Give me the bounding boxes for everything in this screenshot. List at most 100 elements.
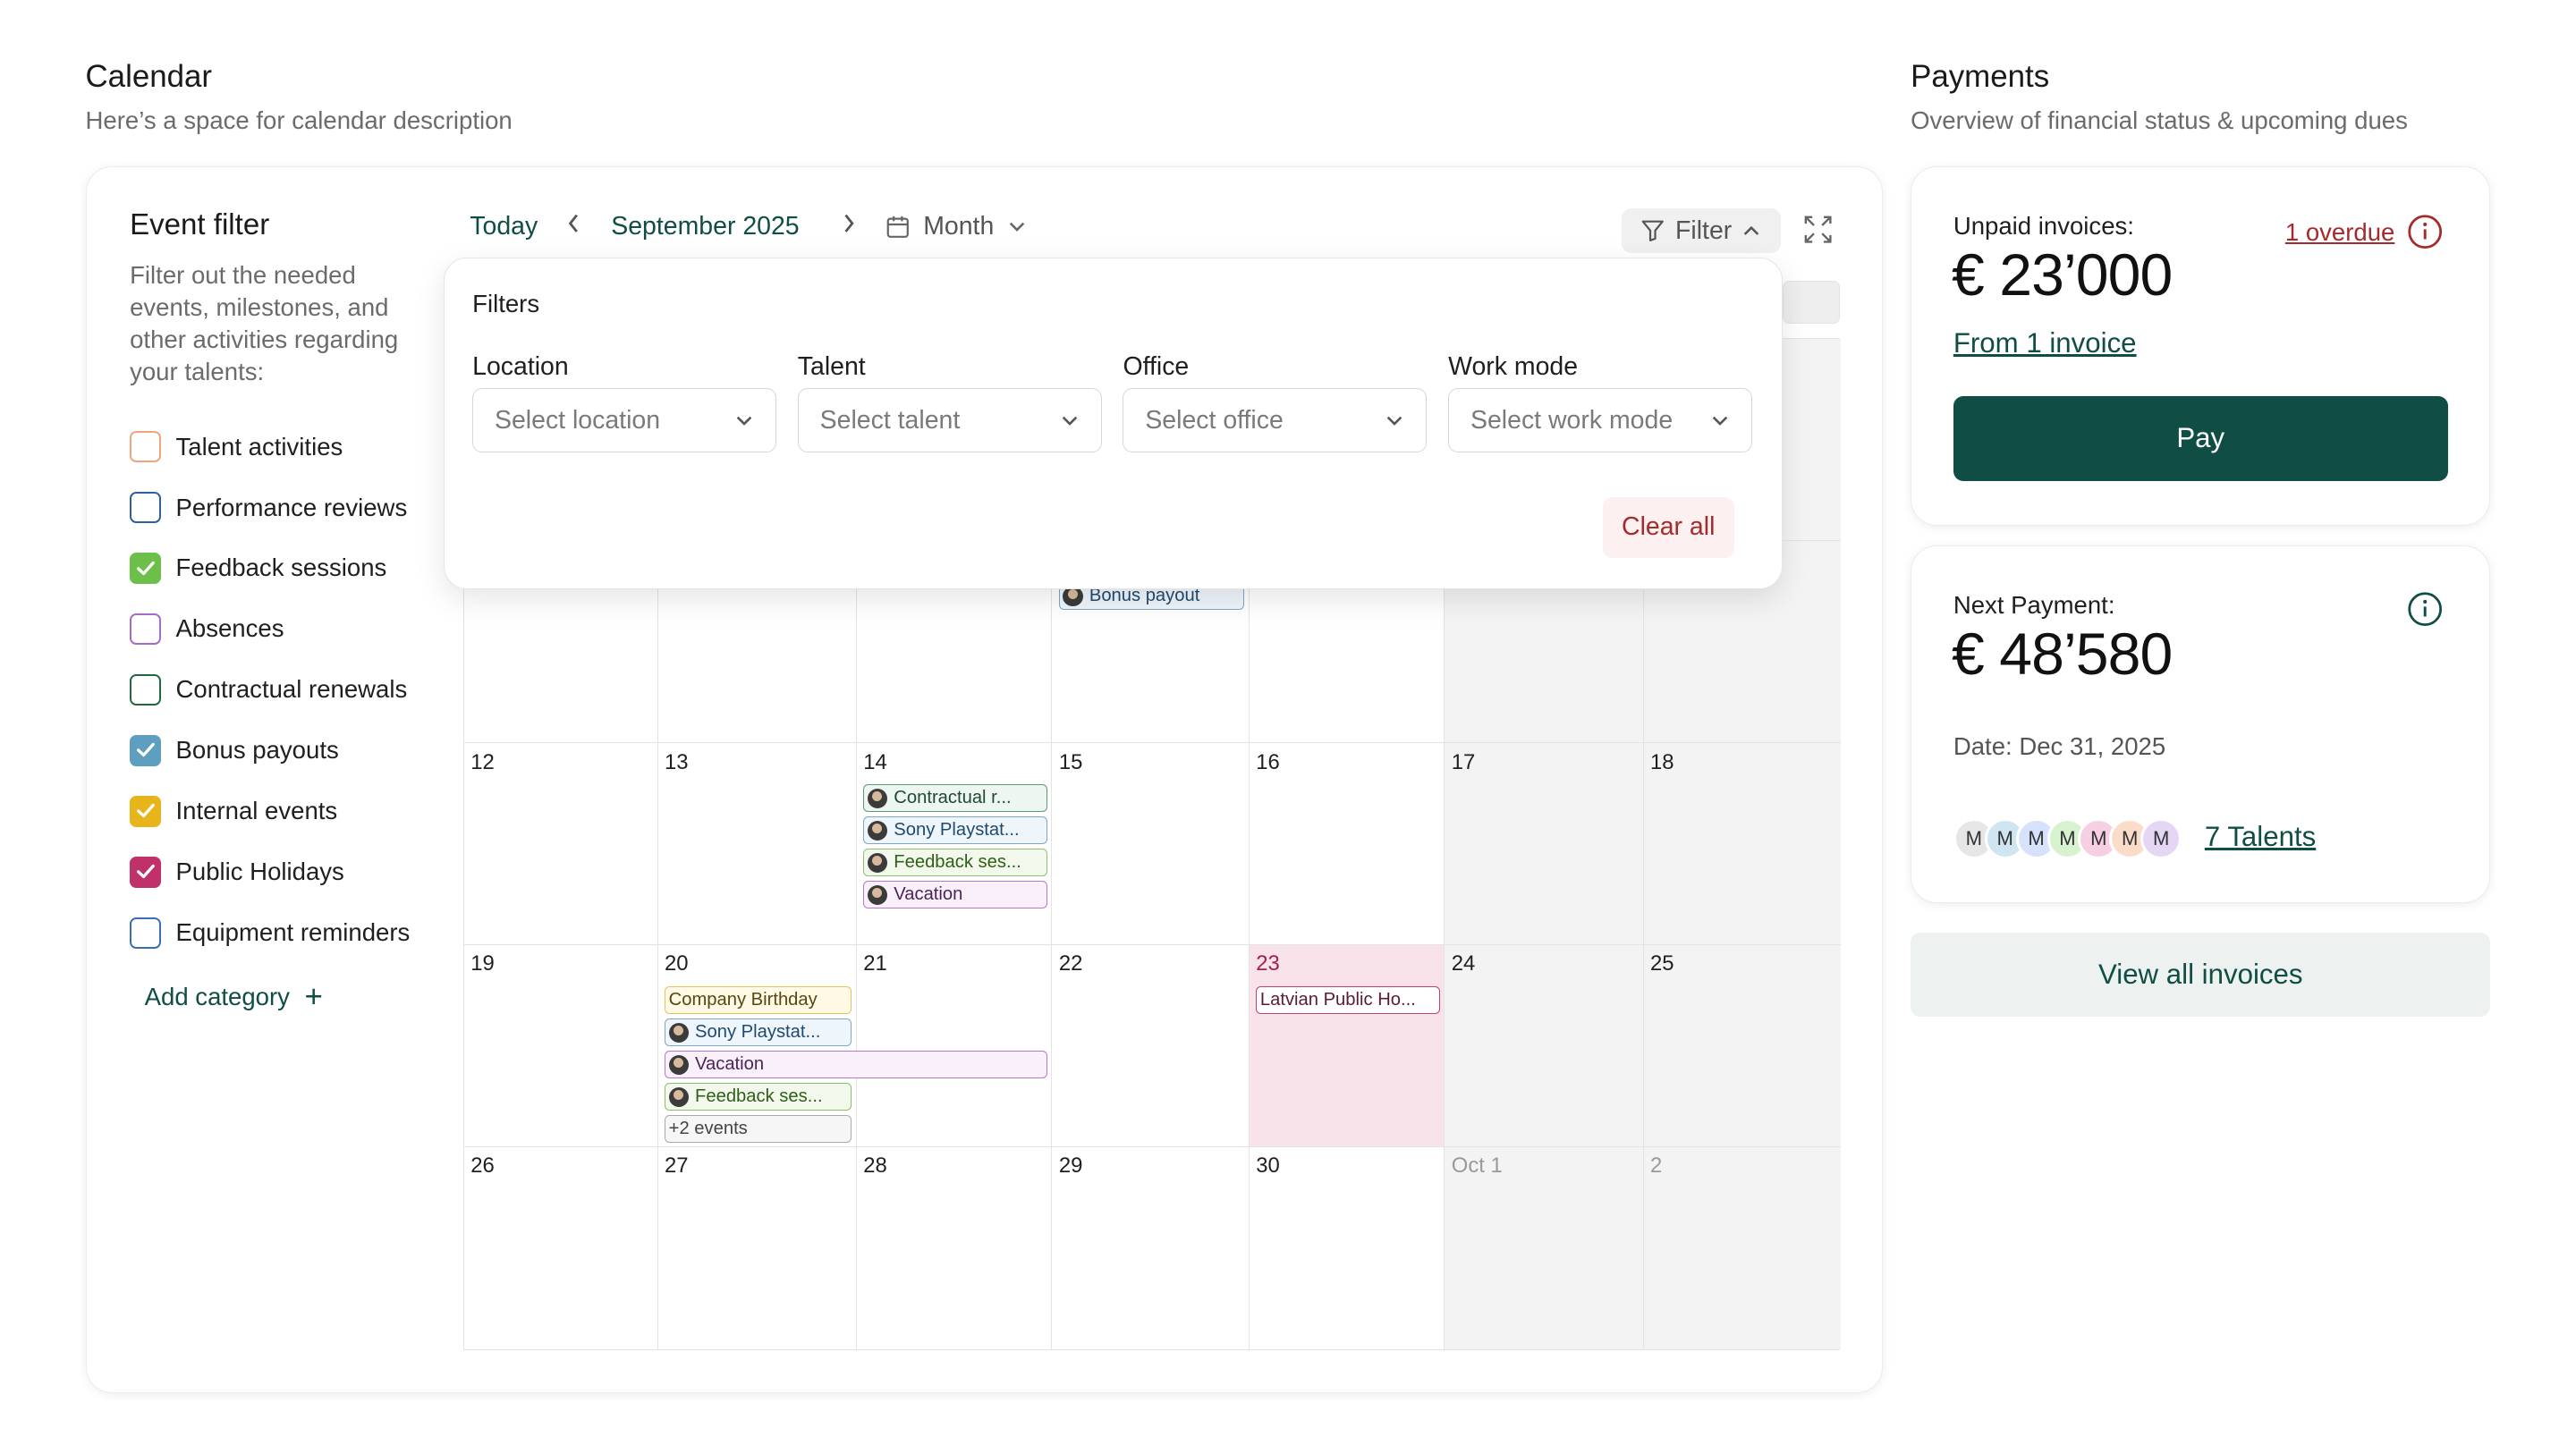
category-item[interactable]: Feedback sessions <box>130 550 386 586</box>
clear-all-button[interactable]: Clear all <box>1602 496 1734 558</box>
calendar-event[interactable]: Vacation <box>665 1051 1047 1079</box>
calendar-event[interactable]: Feedback ses... <box>665 1083 852 1111</box>
pay-button[interactable]: Pay <box>1953 395 2448 482</box>
category-item[interactable]: Performance reviews <box>130 489 407 525</box>
category-item[interactable]: Equipment reminders <box>130 915 410 951</box>
category-item[interactable]: Public Holidays <box>130 854 344 890</box>
day-number: 25 <box>1650 951 1674 976</box>
day-cell[interactable]: 25 <box>1643 945 1842 1147</box>
filter-label: Filter <box>1675 215 1733 245</box>
category-checkbox[interactable] <box>130 431 161 463</box>
day-cell[interactable]: 12 <box>463 743 658 946</box>
category-checkbox[interactable] <box>130 492 161 523</box>
day-cell[interactable]: 13 <box>657 743 857 946</box>
day-cell[interactable]: 17 <box>1445 743 1644 946</box>
avatar <box>668 1022 689 1043</box>
day-number: 22 <box>1058 951 1083 976</box>
filter-icon <box>1642 220 1665 242</box>
check-icon <box>136 743 155 757</box>
day-number: 17 <box>1451 749 1476 774</box>
payments-description: Overview of financial status & upcoming … <box>1911 106 2408 135</box>
filter-select[interactable]: Select work mode <box>1448 388 1752 453</box>
talents-link[interactable]: 7 Talents <box>2205 821 2316 853</box>
payments-title: Payments <box>1911 59 2050 95</box>
prev-month-button[interactable] <box>565 212 581 235</box>
category-checkbox[interactable] <box>130 917 161 949</box>
day-cell[interactable]: 22 <box>1052 945 1250 1147</box>
filter-select[interactable]: Select location <box>472 388 776 453</box>
view-mode-select[interactable]: Month <box>886 212 1027 241</box>
calendar-event[interactable]: Vacation <box>863 881 1047 909</box>
add-category-button[interactable]: Add category + <box>145 979 323 1015</box>
calendar-event[interactable]: +2 events <box>665 1115 852 1144</box>
calendar-event[interactable]: Sony Playstat... <box>863 816 1047 845</box>
overdue-link[interactable]: 1 overdue <box>2285 218 2395 247</box>
day-number: 14 <box>863 749 887 774</box>
day-cell[interactable]: 23 <box>1249 945 1445 1147</box>
event-filter-description: Filter out the needed events, milestones… <box>130 261 399 385</box>
category-item[interactable]: Bonus payouts <box>130 732 339 768</box>
from-invoice-link[interactable]: From 1 invoice <box>1953 327 2137 359</box>
expand-icon[interactable] <box>1804 215 1832 243</box>
category-label: Absences <box>175 614 284 643</box>
filters-popover-title: Filters <box>472 290 540 318</box>
day-number: 21 <box>863 951 887 976</box>
category-item[interactable]: Talent activities <box>130 428 343 464</box>
category-checkbox[interactable] <box>130 795 161 827</box>
next-payment-label: Next Payment: <box>1953 591 2115 620</box>
day-cell[interactable]: 26 <box>464 1147 658 1349</box>
day-number: 23 <box>1256 951 1280 976</box>
check-icon <box>136 865 155 879</box>
category-item[interactable]: Absences <box>130 611 284 646</box>
avatar <box>867 788 887 808</box>
day-cell[interactable]: 16 <box>1249 743 1445 946</box>
calendar-event[interactable]: Sony Playstat... <box>665 1018 852 1047</box>
event-filter-title: Event filter <box>130 208 270 242</box>
info-icon[interactable] <box>2407 214 2443 249</box>
day-cell[interactable]: 24 <box>1445 945 1644 1147</box>
day-cell[interactable]: 2 <box>1643 1147 1842 1349</box>
calendar-event[interactable]: Latvian Public Ho... <box>1256 986 1440 1015</box>
current-month-label[interactable]: September 2025 <box>611 212 799 241</box>
category-item[interactable]: Contractual renewals <box>130 672 407 707</box>
day-cell[interactable]: 18 <box>1643 743 1842 946</box>
event-label: Vacation <box>894 884 963 905</box>
day-cell[interactable]: 28 <box>857 1147 1053 1349</box>
day-cell[interactable]: 19 <box>463 945 658 1147</box>
event-label: Latvian Public Ho... <box>1259 990 1416 1010</box>
filter-select[interactable]: Select office <box>1123 388 1428 453</box>
filter-select-placeholder: Select work mode <box>1470 405 1674 435</box>
day-cell[interactable]: 21 <box>856 945 1053 1147</box>
category-checkbox[interactable] <box>130 856 161 888</box>
calendar-event[interactable]: Feedback ses... <box>863 849 1047 877</box>
calendar-event[interactable]: Company Birthday <box>665 986 852 1015</box>
day-cell[interactable]: 27 <box>658 1147 857 1349</box>
plus-icon: + <box>304 979 323 1015</box>
day-cell[interactable]: 15 <box>1052 743 1250 946</box>
category-label: Performance reviews <box>175 493 408 521</box>
calendar-icon <box>886 215 909 238</box>
day-cell[interactable]: 14 <box>856 743 1053 946</box>
category-checkbox[interactable] <box>130 613 161 645</box>
week-header-bar <box>1782 281 1841 324</box>
calendar-event[interactable]: Contractual r... <box>863 784 1047 813</box>
day-cell[interactable]: 29 <box>1052 1147 1250 1349</box>
today-button[interactable]: Today <box>470 212 538 241</box>
category-checkbox[interactable] <box>130 673 161 706</box>
day-cell[interactable]: Oct 1 <box>1445 1147 1644 1349</box>
check-icon <box>136 804 155 818</box>
next-payment-amount: € 48’580 <box>1951 621 2173 689</box>
filter-select[interactable]: Select talent <box>797 388 1102 453</box>
view-all-invoices-button[interactable]: View all invoices <box>1911 933 2491 1017</box>
day-cell[interactable]: 30 <box>1250 1147 1445 1349</box>
category-label: Talent activities <box>175 432 343 461</box>
info-icon[interactable] <box>2407 591 2443 627</box>
filter-button[interactable]: Filter <box>1621 208 1781 253</box>
category-label: Feedback sessions <box>175 553 387 582</box>
category-checkbox[interactable] <box>130 734 161 766</box>
next-month-button[interactable] <box>841 212 857 235</box>
category-checkbox[interactable] <box>130 553 161 584</box>
category-item[interactable]: Internal events <box>130 793 337 829</box>
day-number: 20 <box>665 951 689 976</box>
category-label: Contractual renewals <box>175 675 408 704</box>
